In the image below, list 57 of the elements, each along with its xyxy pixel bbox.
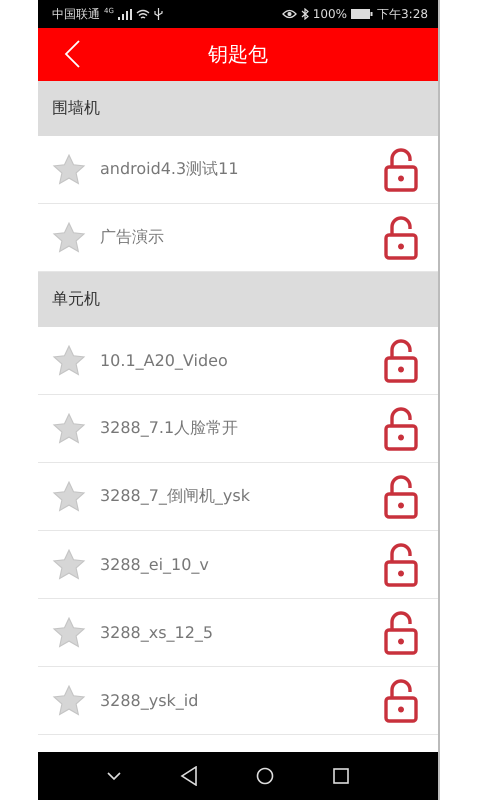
key-row[interactable]: 3288_7.1人脸常开 xyxy=(38,395,438,463)
back-button[interactable] xyxy=(64,40,80,68)
unlock-button[interactable] xyxy=(384,148,418,192)
unlock-button[interactable] xyxy=(384,406,418,450)
back-triangle-icon[interactable] xyxy=(180,766,198,786)
device-name: 3288_ysk_id xyxy=(100,691,200,710)
unlocked-padlock-icon xyxy=(384,406,418,450)
unlocked-padlock-icon xyxy=(384,148,418,192)
key-row[interactable]: android4.3测试11 xyxy=(38,136,438,204)
unlock-button[interactable] xyxy=(384,610,418,654)
star-icon[interactable] xyxy=(52,480,86,514)
usb-icon xyxy=(154,8,163,20)
page-title: 钥匙包 xyxy=(208,41,268,68)
unlocked-padlock-icon xyxy=(384,610,418,654)
battery-icon xyxy=(351,9,374,19)
eye-icon xyxy=(282,9,297,19)
star-icon[interactable] xyxy=(52,412,86,446)
device-name: android4.3测试11 xyxy=(100,159,240,180)
unlock-button[interactable] xyxy=(384,338,418,382)
chevron-down-icon[interactable] xyxy=(107,772,122,780)
star-icon[interactable] xyxy=(52,220,86,254)
signal-icon xyxy=(118,8,132,20)
device-name: 10.1_A20_Video xyxy=(100,351,229,370)
carrier-label: 中国联通 xyxy=(52,6,100,22)
device-name: 3288_7.1人脸常开 xyxy=(100,418,240,439)
device-name: 3288_ei_10_v xyxy=(100,555,210,574)
unlocked-padlock-icon xyxy=(384,338,418,382)
unlocked-padlock-icon xyxy=(384,216,418,260)
section-title: 围墙机 xyxy=(52,98,100,119)
unlock-button[interactable] xyxy=(384,474,418,518)
key-row[interactable]: 3288_7_倒闸机_ysk xyxy=(38,463,438,531)
home-circle-icon[interactable] xyxy=(256,767,274,785)
battery-label: 100% xyxy=(312,7,348,21)
star-icon[interactable] xyxy=(52,344,86,378)
recent-apps-icon[interactable] xyxy=(332,768,349,784)
bluetooth-icon xyxy=(300,8,309,20)
unlocked-padlock-icon xyxy=(384,678,418,722)
wifi-icon xyxy=(136,8,150,20)
star-icon[interactable] xyxy=(52,152,86,186)
device-name: 广告演示 xyxy=(100,227,165,248)
key-row[interactable]: 3288_xs_12_5 xyxy=(38,599,438,667)
unlock-button[interactable] xyxy=(384,678,418,722)
star-icon[interactable] xyxy=(52,684,86,718)
key-row[interactable]: 3288_ei_10_v xyxy=(38,531,438,599)
device-name: 3288_xs_12_5 xyxy=(100,623,214,642)
section-title: 单元机 xyxy=(52,289,100,310)
star-icon[interactable] xyxy=(52,616,86,650)
key-row[interactable]: 3288_ysk_id xyxy=(38,667,438,735)
unlocked-padlock-icon xyxy=(384,474,418,518)
unlock-button[interactable] xyxy=(384,216,418,260)
back-icon xyxy=(64,40,80,68)
device-name: 3288_7_倒闸机_ysk xyxy=(100,486,251,507)
unlock-button[interactable] xyxy=(384,542,418,586)
unlocked-padlock-icon xyxy=(384,542,418,586)
key-row[interactable]: 10.1_A20_Video xyxy=(38,327,438,395)
star-icon[interactable] xyxy=(52,548,86,582)
clock-label: 下午3:28 xyxy=(377,6,428,22)
